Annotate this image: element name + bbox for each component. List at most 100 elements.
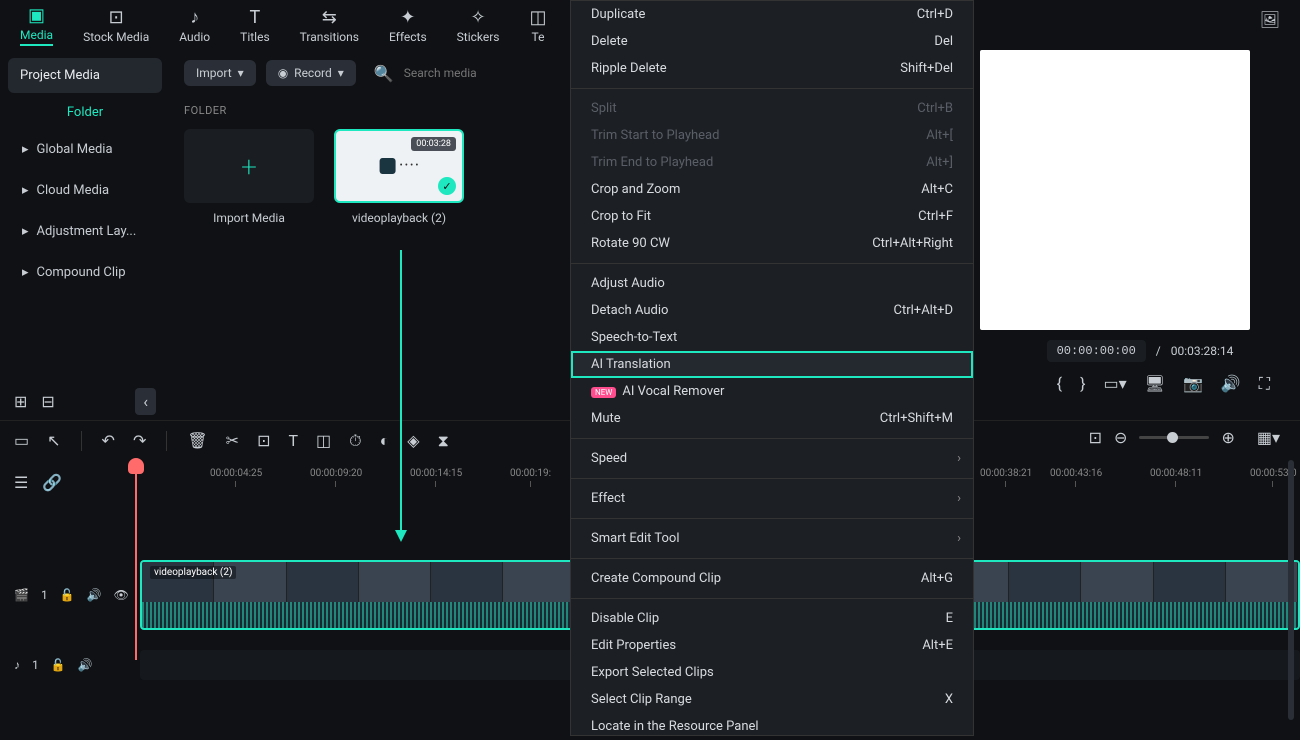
ctx-ai-translation[interactable]: AI Translation [571,351,973,378]
link-icon[interactable]: 🔗 [42,473,62,492]
ctx-crop-and-zoom[interactable]: Crop and ZoomAlt+C [571,176,973,203]
duration-icon[interactable]: ⧗ [438,431,449,451]
text-icon[interactable]: T [288,431,298,450]
sidebar-item-compound[interactable]: ▸Compound Clip [8,255,162,290]
media-icon: ▣ [28,5,45,26]
import-button[interactable]: Import▾ [184,60,256,86]
fit-icon[interactable]: ⊡ [1089,428,1102,447]
chevron-right-icon: ▸ [22,224,29,239]
record-button[interactable]: ◉Record▾ [266,60,356,86]
ruler-tick: 00:00:43:16 [1050,468,1102,487]
import-tile[interactable]: + Import Media [184,129,314,225]
transitions-icon: ⇆ [322,7,337,28]
tab-media[interactable]: ▣Media [20,5,53,46]
ctx-rotate-90-cw[interactable]: Rotate 90 CWCtrl+Alt+Right [571,230,973,257]
tab-audio[interactable]: ♪Audio [179,7,210,44]
sidebar-item-adjustment[interactable]: ▸Adjustment Lay... [8,214,162,249]
effects-icon: ✦ [400,7,415,28]
sidebar-item-global[interactable]: ▸Global Media [8,132,162,167]
mute-icon[interactable]: 🔊 [78,658,93,672]
current-time: 00:00:00:00 [1047,340,1146,362]
ctx-mute[interactable]: MuteCtrl+Shift+M [571,405,973,432]
aspect-icon[interactable]: ▭▾ [1103,374,1126,394]
ctx-trim-end-to-playhead: Trim End to PlayheadAlt+] [571,149,973,176]
camera-icon[interactable]: 📷 [1183,374,1203,394]
ctx-speed[interactable]: Speed [571,445,973,472]
ctx-detach-audio[interactable]: Detach AudioCtrl+Alt+D [571,297,973,324]
mute-icon[interactable]: 🔊 [87,588,102,602]
preview-canvas [980,50,1250,330]
ctx-adjust-audio[interactable]: Adjust Audio [571,270,973,297]
tab-titles[interactable]: TTitles [240,7,269,44]
check-icon: ✓ [438,177,456,195]
project-media-button[interactable]: Project Media [8,58,162,93]
tab-stickers[interactable]: ✧Stickers [457,7,500,44]
playhead[interactable] [135,460,137,660]
tab-effects[interactable]: ✦Effects [389,7,427,44]
ctx-ripple-delete[interactable]: Ripple DeleteShift+Del [571,55,973,82]
grid-icon[interactable]: ▦▾ [1257,428,1280,447]
ctx-speech-to-text[interactable]: Speech-to-Text [571,324,973,351]
total-time: 00:03:28:14 [1171,344,1234,358]
lock-icon[interactable]: 🔓 [60,588,75,602]
preview-panel: 🖼 00:00:00:00 / 00:03:28:14 { } ▭▾ 🖥 📷 🔊… [980,10,1280,394]
delete-icon[interactable]: 🗑 [187,431,207,450]
timeline-menu-icon[interactable]: ☰ [14,473,28,492]
ctx-crop-to-fit[interactable]: Crop to FitCtrl+F [571,203,973,230]
zoom-in-icon[interactable]: ⊕ [1221,428,1234,447]
fullscreen-icon[interactable]: ⛶ [1259,374,1270,394]
snapshot-icon[interactable]: 🖼 [1260,10,1280,29]
undo-icon[interactable]: ↶ [102,431,115,450]
ruler-tick: 00:00:38:21 [980,468,1032,487]
ctx-edit-properties[interactable]: Edit PropertiesAlt+E [571,632,973,659]
tab-transitions[interactable]: ⇆Transitions [300,7,359,44]
collapse-icon[interactable]: ‹ [135,388,156,415]
ruler-tick: 00:00:04:25 [210,468,262,487]
scrollbar[interactable] [1288,460,1294,720]
bin-icon[interactable]: ⊟ [41,392,54,411]
ctx-create-compound-clip[interactable]: Create Compound ClipAlt+G [571,565,973,592]
new-bin-icon[interactable]: ⊞ [14,392,27,411]
record-dot-icon: ◉ [278,66,288,80]
ctx-ai-vocal-remover[interactable]: NEWAI Vocal Remover [571,378,973,405]
annotation-arrow [400,250,402,540]
tab-templates[interactable]: ◫Te [530,7,547,44]
ctx-export-selected-clips[interactable]: Export Selected Clips [571,659,973,686]
context-menu: DuplicateCtrl+DDeleteDelRipple DeleteShi… [570,0,974,736]
ctx-delete[interactable]: DeleteDel [571,28,973,55]
zoom-out-icon[interactable]: ⊖ [1114,428,1127,447]
ctx-effect[interactable]: Effect [571,485,973,512]
ctx-smart-edit-tool[interactable]: Smart Edit Tool [571,525,973,552]
split-icon[interactable]: ✂ [226,431,239,450]
chevron-right-icon: ▸ [22,142,29,157]
chevron-down-icon: ▾ [238,66,244,80]
display-icon[interactable]: 🖥 [1145,374,1165,394]
chevron-right-icon: ▸ [22,183,29,198]
search-input[interactable] [404,66,560,80]
titles-icon: T [250,7,261,28]
speed-icon[interactable]: ⏱ [349,431,361,451]
ctx-select-clip-range[interactable]: Select Clip RangeX [571,686,973,713]
sidebar-footer: ⊞ ⊟ ‹ [0,380,170,423]
sidebar-item-cloud[interactable]: ▸Cloud Media [8,173,162,208]
media-clip-tile[interactable]: 00:03:28 • • • • ✓ videoplayback (2) [334,129,464,225]
visibility-icon[interactable]: 👁 [114,588,129,602]
keyframe-icon[interactable]: ◈ [407,431,419,450]
redo-icon[interactable]: ↷ [133,431,146,450]
ctx-disable-clip[interactable]: Disable ClipE [571,605,973,632]
mark-out-icon[interactable]: } [1080,374,1085,394]
lock-icon[interactable]: 🔓 [51,658,66,672]
pointer-tool-icon[interactable]: ↖ [47,431,60,450]
resize-icon[interactable]: ◫ [316,431,331,450]
color-icon[interactable]: ◐ [380,431,390,451]
zoom-slider[interactable] [1139,436,1209,439]
crop-icon[interactable]: ⊡ [257,431,270,450]
chevron-down-icon: ▾ [338,66,344,80]
tab-stock-media[interactable]: ⊡Stock Media [83,7,149,44]
mark-in-icon[interactable]: { [1057,374,1062,394]
ctx-duplicate[interactable]: DuplicateCtrl+D [571,1,973,28]
select-tool-icon[interactable]: ▭ [14,431,29,450]
ruler-tick: 00:00:09:20 [310,468,362,487]
audio-track-icon: ♪ [14,658,20,672]
volume-icon[interactable]: 🔊 [1221,374,1241,394]
